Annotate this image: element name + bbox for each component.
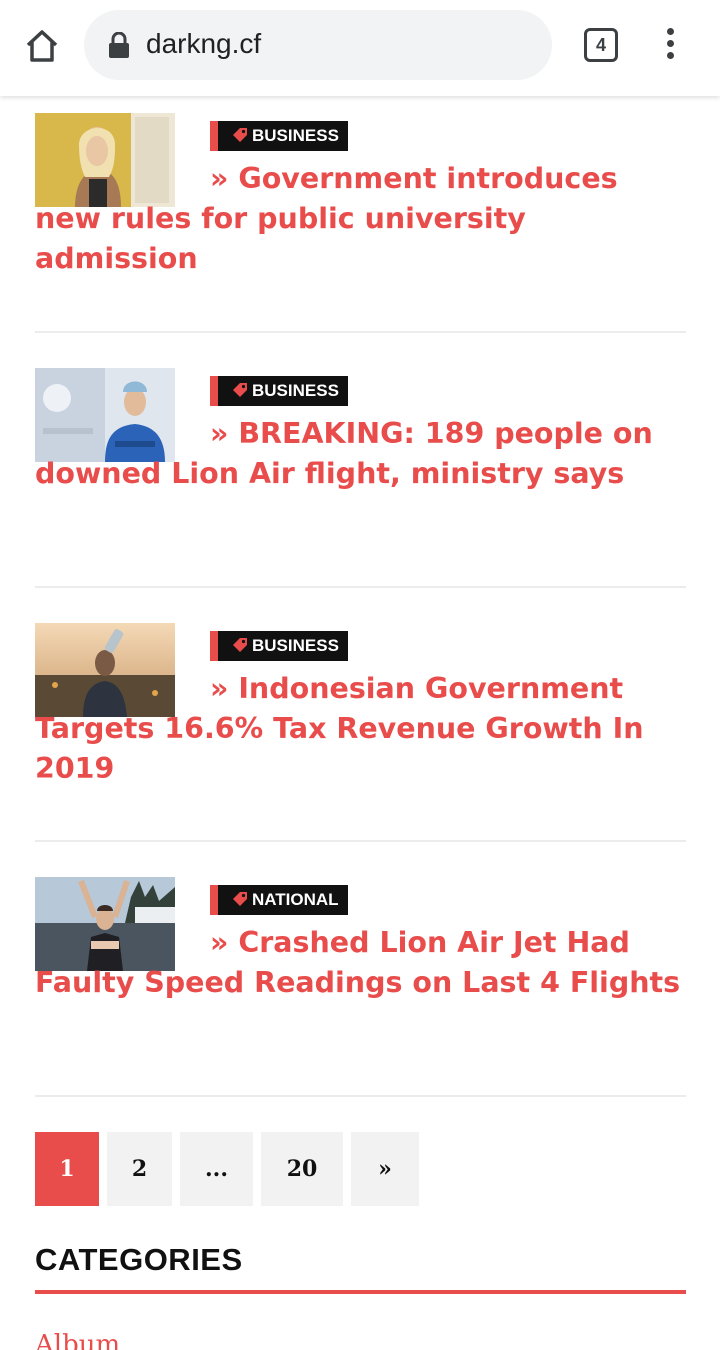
address-bar[interactable]: darkng.cf: [84, 10, 552, 80]
post-title-link[interactable]: » Indonesian Government Targets 16.6% Ta…: [35, 669, 686, 789]
post-title-link[interactable]: » BREAKING: 189 people on downed Lion Ai…: [35, 414, 686, 494]
page-button-1[interactable]: 1: [35, 1132, 99, 1206]
category-label: BUSINESS: [252, 381, 339, 400]
category-link[interactable]: Album: [35, 1330, 120, 1350]
divider: [35, 840, 686, 842]
category-label: NATIONAL: [252, 890, 339, 909]
category-label: BUSINESS: [252, 126, 339, 145]
page-button-2[interactable]: 2: [107, 1132, 172, 1206]
post-title-link[interactable]: » Government introduces new rules for pu…: [35, 159, 686, 279]
category-tag[interactable]: NATIONAL: [210, 885, 348, 915]
category-tag[interactable]: BUSINESS: [210, 121, 348, 151]
overflow-menu-icon[interactable]: [660, 28, 680, 62]
tag-icon: [233, 128, 247, 142]
lock-icon: [108, 31, 130, 58]
tag-icon: [233, 383, 247, 397]
tag-icon: [233, 892, 247, 906]
url-text: darkng.cf: [146, 28, 262, 59]
divider: [35, 586, 686, 588]
category-label: BUSINESS: [252, 636, 339, 655]
category-tag[interactable]: BUSINESS: [210, 376, 348, 406]
divider: [35, 331, 686, 333]
page-ellipsis: ...: [180, 1132, 253, 1206]
post-title-link[interactable]: » Crashed Lion Air Jet Had Faulty Speed …: [35, 923, 686, 1003]
heading-underline: [35, 1290, 686, 1294]
divider: [35, 1095, 686, 1097]
next-page-button[interactable]: »: [351, 1132, 419, 1206]
categories-heading: CATEGORIES: [35, 1242, 243, 1277]
category-tag[interactable]: BUSINESS: [210, 631, 348, 661]
browser-toolbar: darkng.cf 4: [0, 0, 720, 96]
home-icon[interactable]: [22, 26, 62, 66]
tab-switcher-button[interactable]: 4: [584, 28, 618, 62]
page-button-20[interactable]: 20: [261, 1132, 343, 1206]
tag-icon: [233, 638, 247, 652]
